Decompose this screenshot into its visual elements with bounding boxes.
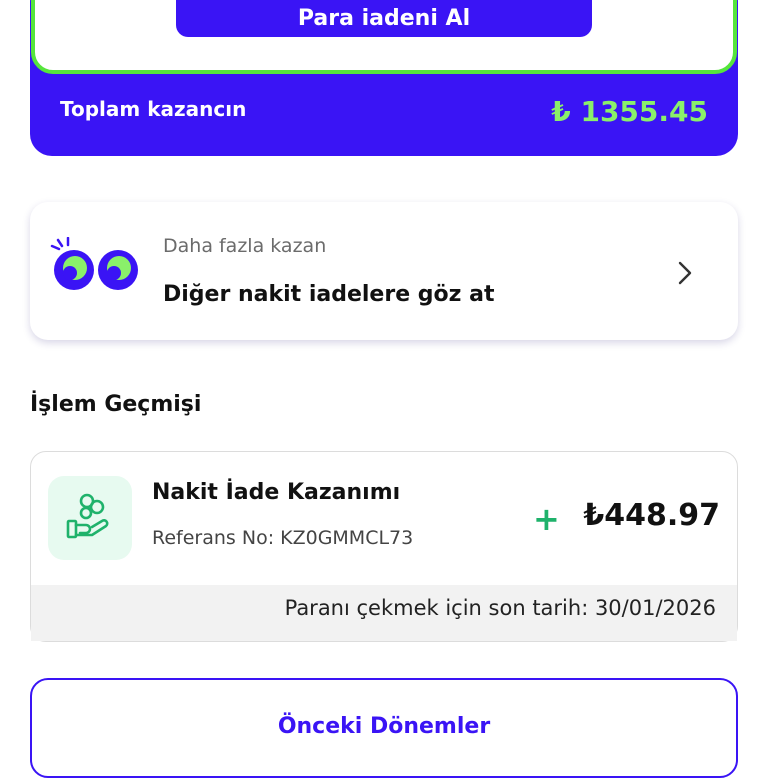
transaction-amount: ₺448.97 [583,498,720,533]
more-cashback-title: Diğer nakit iadelere göz at [163,282,495,307]
chevron-right-icon[interactable] [676,260,694,286]
previous-periods-label: Önceki Dönemler [277,714,491,739]
transaction-plus-sign: + [533,500,560,538]
total-earnings-value: ₺ 1355.45 [551,95,708,128]
more-cashback-subtitle: Daha fazla kazan [163,235,327,257]
eyes-icon [50,237,138,290]
history-section-title: İşlem Geçmişi [30,392,202,417]
total-earnings-label: Toplam kazancın [60,97,247,121]
transaction-title: Nakit İade Kazanımı [152,480,401,505]
cash-hand-icon [66,493,109,539]
cashout-button[interactable]: Para iadeni Al [176,0,592,37]
transaction-reference: Referans No: KZ0GMMCL73 [152,527,414,549]
transaction-deadline: Paranı çekmek için son tarih: 30/01/2026 [284,596,716,620]
